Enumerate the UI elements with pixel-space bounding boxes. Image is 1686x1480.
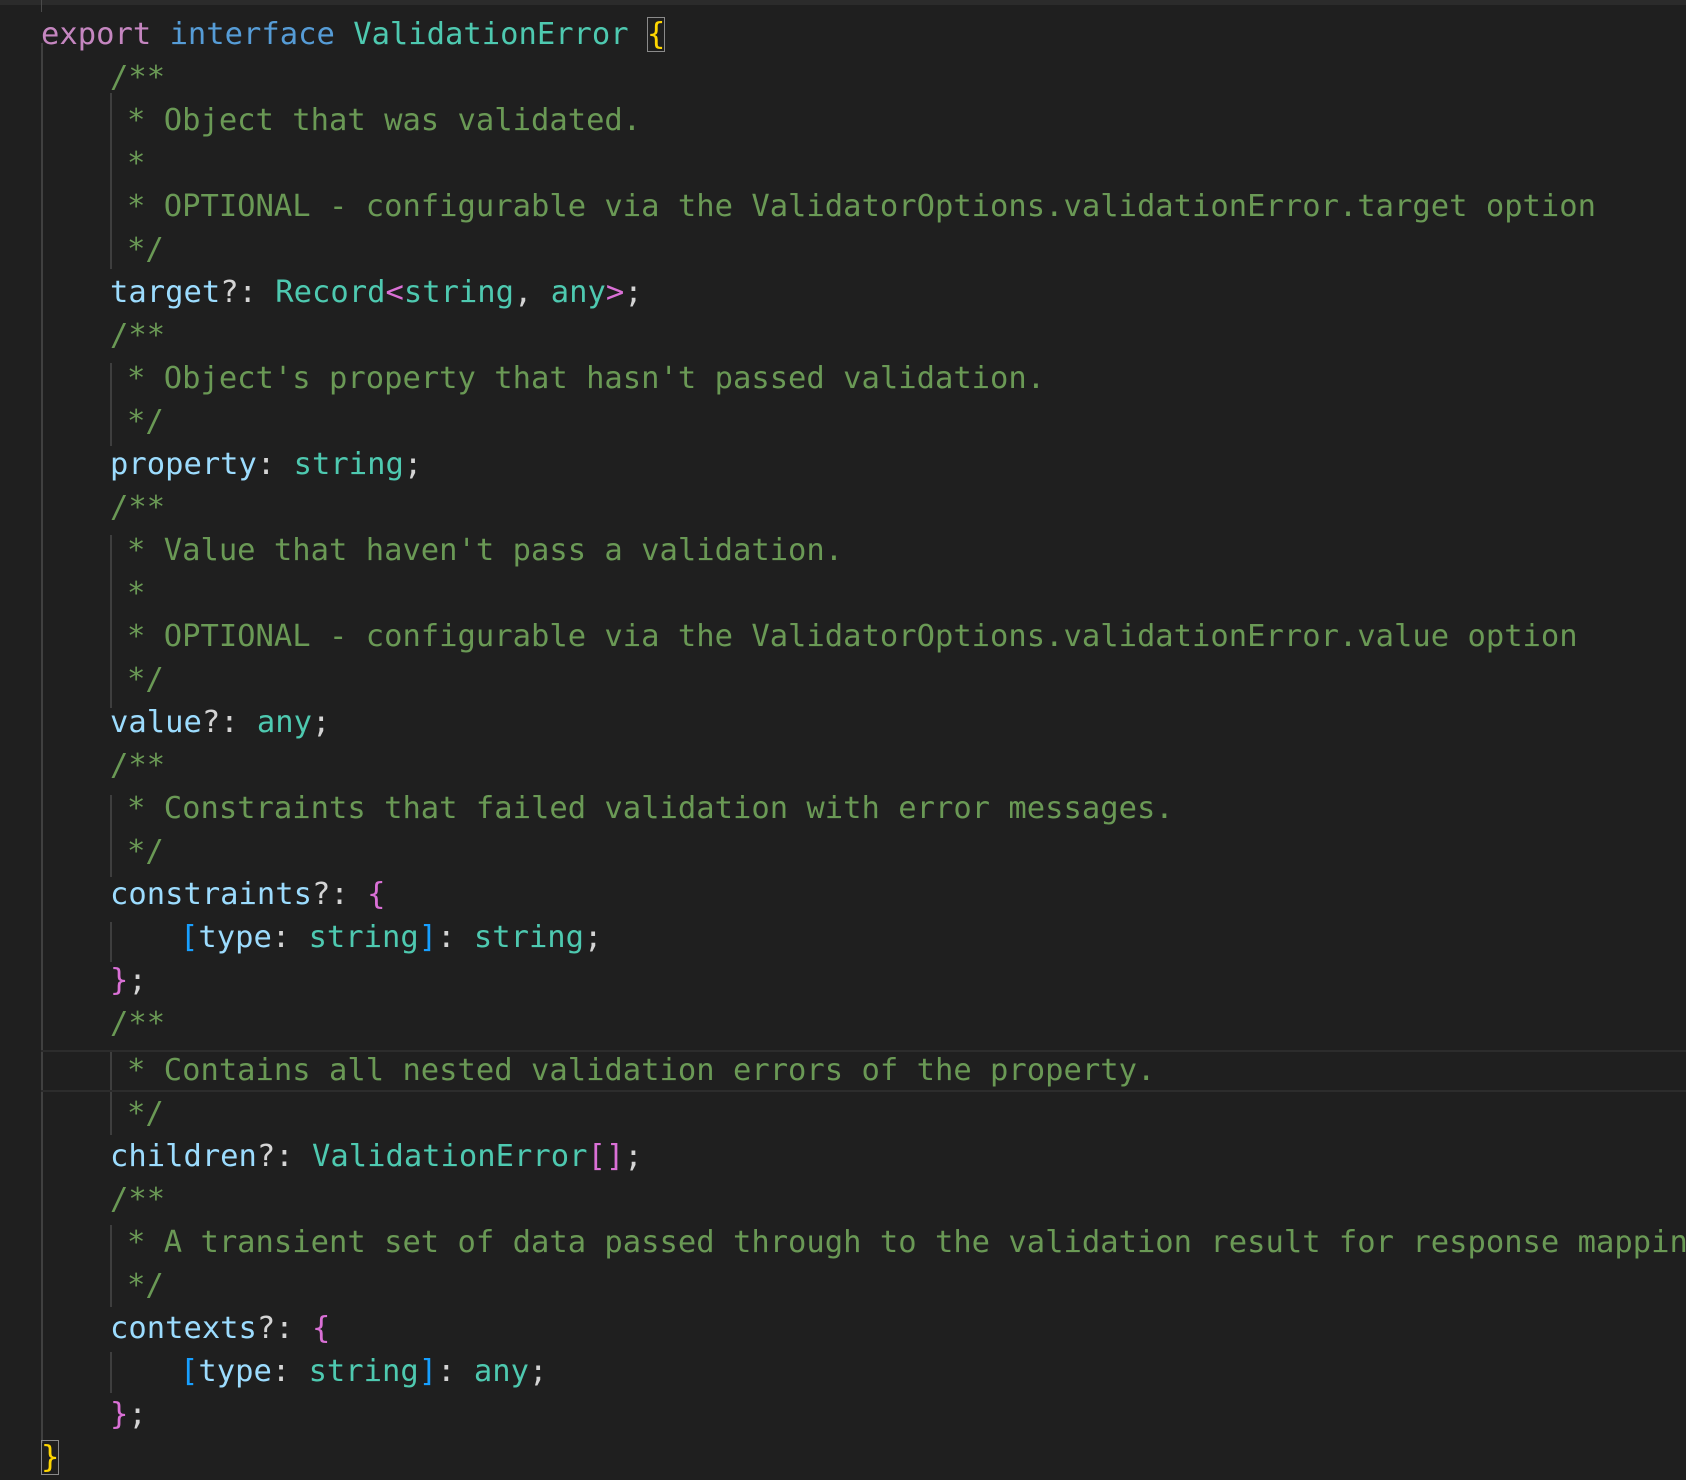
code-line-contexts-close[interactable]: }; bbox=[110, 1393, 147, 1436]
indent-guide-doc-target bbox=[110, 93, 112, 269]
editor-top-border bbox=[0, 0, 1686, 5]
code-line-property[interactable]: property: string; bbox=[110, 443, 422, 486]
doc-comment-close: */ bbox=[127, 1268, 164, 1303]
doc-comment-open: /** bbox=[110, 60, 166, 95]
open-brace-matched: { bbox=[647, 17, 666, 52]
property-name: constraints bbox=[110, 877, 312, 912]
code-line-interface-decl[interactable]: export interface ValidationError { bbox=[41, 13, 666, 56]
code-line-contexts-index[interactable]: [type: string]: any; bbox=[180, 1350, 547, 1393]
property-name: value bbox=[110, 705, 202, 740]
code-line-value[interactable]: value?: any; bbox=[110, 701, 330, 744]
type-name: ValidationError bbox=[312, 1139, 588, 1174]
code-line-target[interactable]: target?: Record<string, any>; bbox=[110, 271, 643, 314]
doc-comment-line: * A transient set of data passed through… bbox=[127, 1225, 1686, 1260]
doc-comment-line: * OPTIONAL - configurable via the Valida… bbox=[127, 189, 1597, 224]
indent-guide-doc-value bbox=[110, 535, 112, 708]
doc-comment-close: */ bbox=[127, 1096, 164, 1131]
indent-guide-contexts-body bbox=[110, 1352, 112, 1393]
doc-comment-open: /** bbox=[110, 318, 166, 353]
property-name: children bbox=[110, 1139, 257, 1174]
doc-comment-line: * Object's property that hasn't passed v… bbox=[127, 361, 1046, 396]
doc-comment-open: /** bbox=[110, 1182, 166, 1217]
indent-guide-doc-property bbox=[110, 363, 112, 446]
doc-comment-open: /** bbox=[110, 490, 166, 525]
gutter-tick bbox=[41, 0, 42, 12]
doc-comment-line: * OPTIONAL - configurable via the Valida… bbox=[127, 619, 1578, 654]
doc-comment-line: * Object that was validated. bbox=[127, 103, 642, 138]
code-line-children[interactable]: children?: ValidationError[]; bbox=[110, 1135, 643, 1178]
doc-comment-line: * bbox=[127, 576, 146, 611]
code-line-constraints-index[interactable]: [type: string]: string; bbox=[180, 916, 602, 959]
doc-comment-line: * Contains all nested validation errors … bbox=[127, 1053, 1156, 1088]
doc-comment-open: /** bbox=[110, 1006, 166, 1041]
type-name: string bbox=[293, 447, 404, 482]
export-keyword: export bbox=[41, 17, 152, 52]
type-name: Record bbox=[275, 275, 386, 310]
doc-comment-line: * Constraints that failed validation wit… bbox=[127, 791, 1174, 826]
interface-name: ValidationError bbox=[353, 17, 629, 52]
indent-guide-doc-constraints bbox=[110, 795, 112, 877]
doc-comment-close: */ bbox=[127, 404, 164, 439]
type-name: any bbox=[256, 705, 313, 740]
code-line-constraints[interactable]: constraints?: { bbox=[110, 873, 385, 916]
doc-comment-close: */ bbox=[127, 662, 164, 697]
doc-comment-line: * Value that haven't pass a validation. bbox=[127, 533, 844, 568]
code-line-contexts[interactable]: contexts?: { bbox=[110, 1307, 330, 1350]
code-line-constraints-close[interactable]: }; bbox=[110, 959, 147, 1002]
doc-comment-line: * bbox=[127, 146, 146, 181]
close-brace-matched: } bbox=[41, 1440, 60, 1475]
code-line-interface-close[interactable]: } bbox=[41, 1436, 60, 1479]
indent-guide-interface bbox=[41, 43, 43, 1443]
doc-comment-open: /** bbox=[110, 748, 166, 783]
indent-guide-doc-contexts bbox=[110, 1225, 112, 1307]
property-name: property bbox=[110, 447, 257, 482]
property-name: target bbox=[110, 275, 221, 310]
doc-comment-close: */ bbox=[127, 232, 164, 267]
doc-comment-close: */ bbox=[127, 834, 164, 869]
code-editor[interactable]: export interface ValidationError { /** *… bbox=[0, 0, 1686, 1480]
interface-keyword: interface bbox=[169, 17, 335, 52]
indent-guide-constraints-body bbox=[110, 922, 112, 962]
property-name: contexts bbox=[110, 1311, 257, 1346]
